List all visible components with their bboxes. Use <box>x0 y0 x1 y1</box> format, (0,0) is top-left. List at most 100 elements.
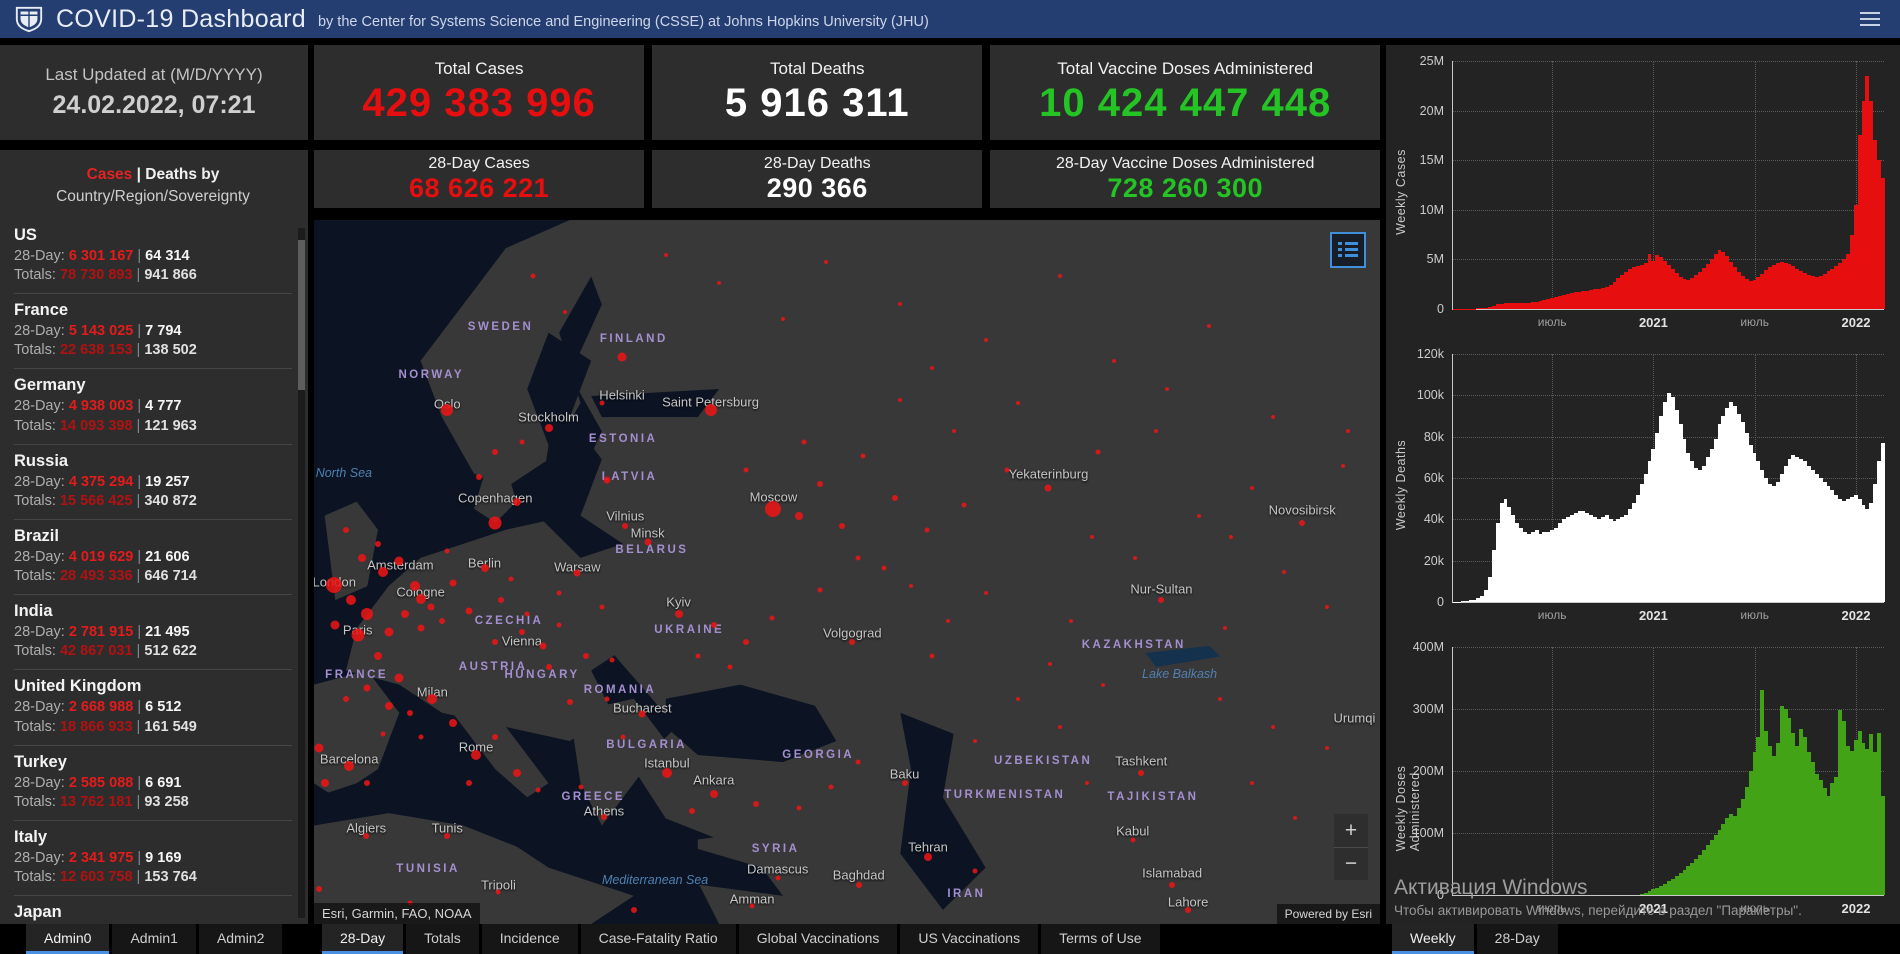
y-tick-label: 0 <box>1437 888 1444 902</box>
tab-chart-weekly[interactable]: Weekly <box>1392 924 1474 954</box>
tab-admin-admin1[interactable]: Admin1 <box>112 924 196 954</box>
case-dot <box>363 684 371 692</box>
map-legend-button[interactable] <box>1330 232 1366 268</box>
case-dot <box>891 495 898 502</box>
stat-label: Total Deaths <box>770 59 865 78</box>
map-tabbar: 28-Day Totals Incidence Case-Fatality Ratio… <box>314 924 1380 954</box>
tab-chart-28-day[interactable]: 28-Day <box>1476 924 1558 954</box>
y-tick-label: 300M <box>1412 702 1444 716</box>
case-dot <box>344 760 355 771</box>
chart-bar <box>1880 795 1885 895</box>
case-dot <box>316 885 323 892</box>
stats-grid: Total Cases 429 383 996 Total Deaths 5 916 … <box>314 45 1380 208</box>
case-dot <box>1185 906 1192 913</box>
country-28day-line: 28-Day: 2 781 915 | 21 495 <box>14 624 190 641</box>
country-row[interactable]: India 28-Day: 2 781 915 | 21 495 Totals: 4… <box>14 594 292 669</box>
country-name: United Kingdom <box>14 677 142 696</box>
tab-map-28-day[interactable]: 28-Day <box>322 924 404 954</box>
case-dot <box>556 590 562 596</box>
case-dot <box>1250 781 1255 786</box>
case-dot <box>1044 484 1052 492</box>
case-dot <box>465 607 473 615</box>
stat-panel: 28-Day Vaccine Doses Administered 728 260… <box>990 150 1380 208</box>
country-row[interactable]: France 28-Day: 5 143 025 | 7 794 Totals: 2… <box>14 293 292 368</box>
tab-map-us-vaccinations[interactable]: US Vaccinations <box>900 924 1039 954</box>
zoom-out-button[interactable]: − <box>1334 847 1368 880</box>
case-dot <box>342 526 349 533</box>
country-totals-line: Totals: 78 730 893 | 941 866 <box>14 267 197 284</box>
country-list-panel: Cases | Deaths by Country/Region/Soverei… <box>0 150 308 924</box>
case-dot <box>492 449 499 456</box>
tab-map-incidence[interactable]: Incidence <box>481 924 578 954</box>
case-dot <box>901 780 908 787</box>
stat-panel: Total Cases 429 383 996 <box>314 45 645 140</box>
case-dot <box>930 365 935 370</box>
x-tick-label: июль <box>1537 901 1567 915</box>
case-dot <box>508 576 514 582</box>
y-tick-label: 100M <box>1412 826 1444 840</box>
case-dot <box>495 889 501 895</box>
case-dot <box>427 693 438 704</box>
case-dot <box>471 750 482 761</box>
country-row[interactable]: Russia 28-Day: 4 375 294 | 19 257 Totals: … <box>14 443 292 519</box>
chart-y-axis-label: Weekly Cases <box>1394 148 1408 235</box>
x-tick-label: 2022 <box>1841 901 1871 916</box>
case-dot <box>444 548 450 554</box>
chart-plot-area: 0 100M 200M 300M 400M июль 2021 июль 2022 <box>1413 640 1885 916</box>
y-tick-label: 20M <box>1419 103 1444 118</box>
tab-map-totals[interactable]: Totals <box>406 924 479 954</box>
case-dot <box>796 805 802 811</box>
case-dot <box>530 273 536 279</box>
country-row[interactable]: Brazil 28-Day: 4 019 629 | 21 606 Totals: … <box>14 518 292 594</box>
stat-value: 290 366 <box>766 172 868 203</box>
tab-map-global-vaccinations[interactable]: Global Vaccinations <box>738 924 898 954</box>
hamburger-menu-icon[interactable] <box>1854 6 1886 32</box>
case-dot <box>663 253 668 258</box>
case-dot <box>983 591 988 596</box>
map-canvas[interactable]: NORWAY SWEDEN FINLAND ESTONIA LATVIA BELARUS C… <box>314 220 1380 924</box>
stat-panel: 28-Day Cases 68 626 221 <box>314 150 645 208</box>
country-totals-line: Totals: 18 866 933 | 161 549 <box>14 718 197 735</box>
country-28day-line: 28-Day: 4 019 629 | 21 606 <box>14 548 190 565</box>
case-dot <box>1158 597 1165 604</box>
country-row[interactable]: Germany 28-Day: 4 938 003 | 4 777 Totals: … <box>14 368 292 443</box>
stat-value: 728 260 300 <box>1107 172 1264 203</box>
stat-value: 5 916 311 <box>724 81 910 125</box>
case-dot <box>566 699 573 706</box>
y-tick-label: 200M <box>1412 764 1444 778</box>
stat-label: Total Cases <box>434 59 524 78</box>
case-dot <box>689 808 696 815</box>
sidebar-scrollbar-thumb[interactable] <box>298 240 305 390</box>
case-dot <box>924 853 933 862</box>
tab-admin-admin2[interactable]: Admin2 <box>198 924 283 954</box>
country-28day-line: 28-Day: 4 938 003 | 4 777 <box>14 398 182 415</box>
country-name: US <box>14 225 37 244</box>
case-dot <box>418 734 424 740</box>
case-dot <box>1090 534 1095 539</box>
case-dot <box>363 833 370 839</box>
tab-map-case-fatality-ratio[interactable]: Case-Fatality Ratio <box>580 924 736 954</box>
case-dot <box>1068 619 1073 624</box>
case-dot <box>727 664 733 670</box>
tab-admin-admin0[interactable]: Admin0 <box>26 924 110 954</box>
chart-plot-area: 0 5M 10M 15M 20M 25M июль 2021 июль 2022 <box>1420 54 1885 330</box>
case-dot <box>539 642 547 650</box>
country-name: Brazil <box>14 526 59 545</box>
country-row[interactable]: Turkey 28-Day: 2 585 088 | 6 691 Totals: 1… <box>14 744 292 820</box>
tab-map-terms-of-use[interactable]: Terms of Use <box>1041 924 1160 954</box>
country-row[interactable]: Italy 28-Day: 2 341 975 | 9 169 Totals: 12… <box>14 819 292 895</box>
country-row[interactable]: Japan28-Day: 2 329 233 | 3 772Totals: 4 … <box>14 895 292 924</box>
x-tick-label: июль <box>1537 608 1567 622</box>
zoom-in-button[interactable]: + <box>1334 814 1368 847</box>
country-row[interactable]: United Kingdom 28-Day: 2 668 988 | 6 512 T… <box>14 669 292 744</box>
country-list-header: Cases | Deaths by Country/Region/Soverei… <box>14 160 292 219</box>
case-dot <box>346 595 357 606</box>
case-dot <box>961 502 967 508</box>
case-dot <box>753 801 760 808</box>
case-dot <box>644 538 652 546</box>
country-row[interactable]: US 28-Day: 6 301 167 | 64 314 Totals: 78 7… <box>14 219 292 293</box>
case-dot <box>898 302 903 307</box>
case-dot <box>704 404 717 417</box>
stat-panel: Total Deaths 5 916 311 <box>652 45 983 140</box>
y-tick-label: 10M <box>1419 202 1444 217</box>
